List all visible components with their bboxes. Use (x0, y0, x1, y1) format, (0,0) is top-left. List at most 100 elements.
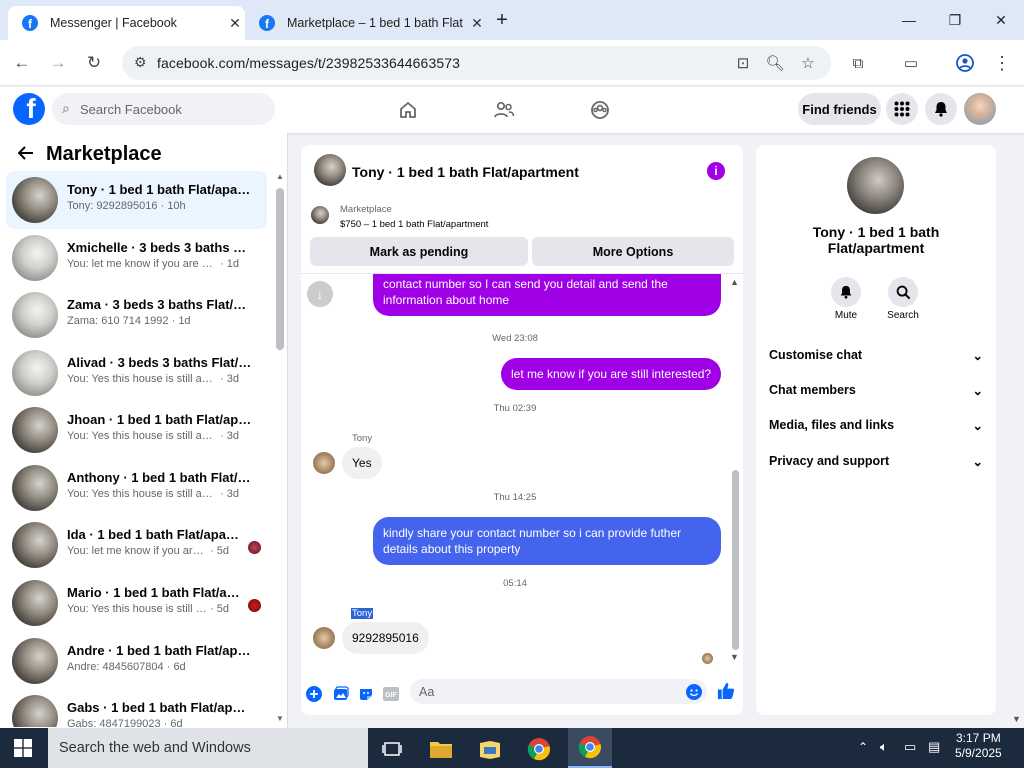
contact-title: Tony · 1 bed 1 bath Flat/apartment (812, 224, 940, 256)
search-icon: ⌕ (62, 100, 70, 116)
home-icon[interactable] (393, 98, 423, 122)
message-input[interactable]: Aa (410, 679, 707, 704)
new-tab-button[interactable]: + (487, 0, 517, 40)
plus-circle-icon[interactable] (305, 685, 323, 703)
conversation-name: Mario · 1 bed 1 bath Flat/apar... (67, 585, 242, 600)
sticker-icon[interactable] (357, 685, 375, 703)
mute-bell-icon[interactable] (831, 277, 861, 307)
facebook-search-input[interactable]: ⌕ Search Facebook (52, 93, 275, 125)
seen-avatar (248, 541, 261, 554)
install-app-icon[interactable]: ⊡ (731, 52, 755, 74)
chat-avatar[interactable] (314, 154, 346, 186)
tab-title: Messenger | Facebook (50, 16, 177, 30)
section-privacy-support[interactable]: Privacy and support ⌄ (769, 454, 983, 469)
sender-avatar[interactable] (313, 627, 335, 649)
action-center-icon[interactable]: ▤ (928, 739, 940, 755)
groups-icon[interactable] (585, 98, 615, 122)
scroll-to-bottom-icon[interactable]: ↓ (307, 281, 333, 307)
zoom-icon[interactable]: 🔍︎ (763, 52, 787, 74)
scroll-up-icon[interactable]: ▲ (730, 277, 739, 287)
taskbar-clock[interactable]: 3:17 PM 5/9/2025 (955, 731, 1002, 761)
conversation-preview: You: let me know if you are still ... · … (67, 545, 230, 557)
list-item-conversation[interactable]: Mario · 1 bed 1 bath Flat/apar... You: Y… (6, 574, 267, 632)
page-title: Marketplace (46, 143, 162, 165)
scroll-down-icon[interactable]: ▼ (730, 652, 739, 662)
list-item-conversation[interactable]: Alivad · 3 beds 3 baths Flat/apa... You:… (6, 344, 267, 402)
minimize-button[interactable]: — (886, 0, 932, 40)
conversation-preview: Andre: 4845607804 · 6d (67, 661, 186, 673)
volume-icon[interactable]: 🔈︎ (880, 739, 888, 755)
friends-icon[interactable] (489, 98, 519, 122)
conversation-name: Gabs · 1 bed 1 bath Flat/apartm... (67, 700, 252, 715)
conversation-list-scrollbar[interactable] (276, 188, 284, 350)
list-item-conversation[interactable]: Xmichelle · 3 beds 3 baths Flat/... You:… (6, 229, 267, 287)
mark-as-pending-button[interactable]: Mark as pending (310, 237, 528, 266)
list-item-conversation[interactable]: Zama · 3 beds 3 baths Flat/apar... Zama:… (6, 286, 267, 344)
message-outgoing: contact number so I can send you detail … (373, 274, 721, 316)
list-item-conversation[interactable]: Jhoan · 1 bed 1 bath Flat/apart... You: … (6, 401, 267, 459)
listing-thumbnail (12, 235, 58, 281)
file-explorer-icon[interactable] (423, 734, 459, 764)
section-media-files-links[interactable]: Media, files and links ⌄ (769, 418, 983, 433)
task-view-icon[interactable] (374, 734, 410, 764)
chrome-active-icon[interactable] (568, 728, 612, 768)
tab-messenger[interactable]: f Messenger | Facebook ✕ (8, 6, 245, 40)
chrome-icon[interactable] (521, 734, 557, 764)
profile-icon[interactable] (953, 52, 977, 74)
scroll-up-icon[interactable]: ▲ (276, 172, 284, 181)
facebook-favicon-icon: f (259, 15, 275, 31)
emoji-icon[interactable] (686, 684, 702, 705)
extensions-icon[interactable]: ⧉ (846, 52, 870, 74)
taskbar-search-input[interactable]: Search the web and Windows (48, 728, 368, 768)
listing-thumbnail (12, 350, 58, 396)
sender-name: Tony (352, 433, 373, 444)
menu-grid-icon[interactable] (886, 93, 918, 125)
more-options-button[interactable]: More Options (532, 237, 734, 266)
list-item-conversation[interactable]: Tony · 1 bed 1 bath Flat/apartm... Tony:… (6, 171, 267, 229)
close-tab-icon[interactable]: ✕ (225, 15, 245, 32)
folder-app-icon[interactable] (472, 734, 508, 764)
menu-kebab-icon[interactable]: ⋮ (990, 52, 1014, 74)
network-icon[interactable]: ▭ (904, 739, 916, 755)
section-chat-members[interactable]: Chat members ⌄ (769, 383, 983, 398)
listing-avatar (311, 206, 329, 224)
site-info-icon[interactable]: ⚙ (134, 54, 147, 71)
tab-marketplace[interactable]: f Marketplace – 1 bed 1 bath Flat ✕ (245, 6, 487, 40)
back-arrow-icon[interactable] (17, 144, 34, 165)
facebook-logo[interactable]: f (13, 93, 45, 125)
scroll-down-icon[interactable]: ▼ (276, 714, 284, 723)
address-bar[interactable]: ⚙ facebook.com/messages/t/23982533644663… (122, 46, 831, 80)
listing-thumbnail (12, 292, 58, 338)
windows-start-icon[interactable] (14, 739, 32, 762)
chat-scrollbar[interactable] (732, 470, 739, 650)
gif-icon[interactable]: GIF (382, 685, 400, 703)
bookmark-star-icon[interactable]: ☆ (796, 52, 820, 74)
list-item-conversation[interactable]: Gabs · 1 bed 1 bath Flat/apartm... Gabs:… (6, 689, 267, 727)
search-icon[interactable] (888, 277, 918, 307)
page-scroll-down-icon[interactable]: ▼ (1012, 714, 1021, 724)
notifications-bell-icon[interactable] (925, 93, 957, 125)
section-customise-chat[interactable]: Customise chat ⌄ (769, 348, 983, 363)
info-icon[interactable]: i (707, 162, 725, 180)
maximize-button[interactable]: ❐ (932, 0, 978, 40)
forward-icon[interactable]: → (44, 50, 72, 76)
sender-avatar[interactable] (313, 452, 335, 474)
photo-icon[interactable] (332, 685, 350, 703)
close-window-button[interactable]: ✕ (978, 0, 1024, 40)
reload-icon[interactable]: ↻ (80, 50, 108, 76)
close-tab-icon[interactable]: ✕ (467, 15, 487, 32)
conversation-preview: You: Yes this house is still available .… (67, 430, 240, 442)
find-friends-button[interactable]: Find friends (798, 93, 881, 125)
contact-avatar[interactable] (847, 157, 904, 214)
list-item-conversation[interactable]: Ida · 1 bed 1 bath Flat/apartm... You: l… (6, 516, 267, 574)
list-item-conversation[interactable]: Anthony · 1 bed 1 bath Flat/apar... You:… (6, 459, 267, 517)
thumbs-up-icon[interactable] (716, 681, 735, 705)
cast-icon[interactable]: ▭ (899, 52, 923, 74)
tray-chevron-up-icon[interactable]: ⌃ (858, 740, 868, 754)
chevron-down-icon: ⌄ (972, 419, 983, 433)
chat-title[interactable]: Tony · 1 bed 1 bath Flat/apartment (352, 164, 579, 180)
list-item-conversation[interactable]: Andre · 1 bed 1 bath Flat/apart... Andre… (6, 632, 267, 690)
account-avatar[interactable] (964, 93, 996, 125)
back-icon[interactable]: ← (8, 50, 36, 76)
search-placeholder: Search Facebook (80, 102, 182, 117)
